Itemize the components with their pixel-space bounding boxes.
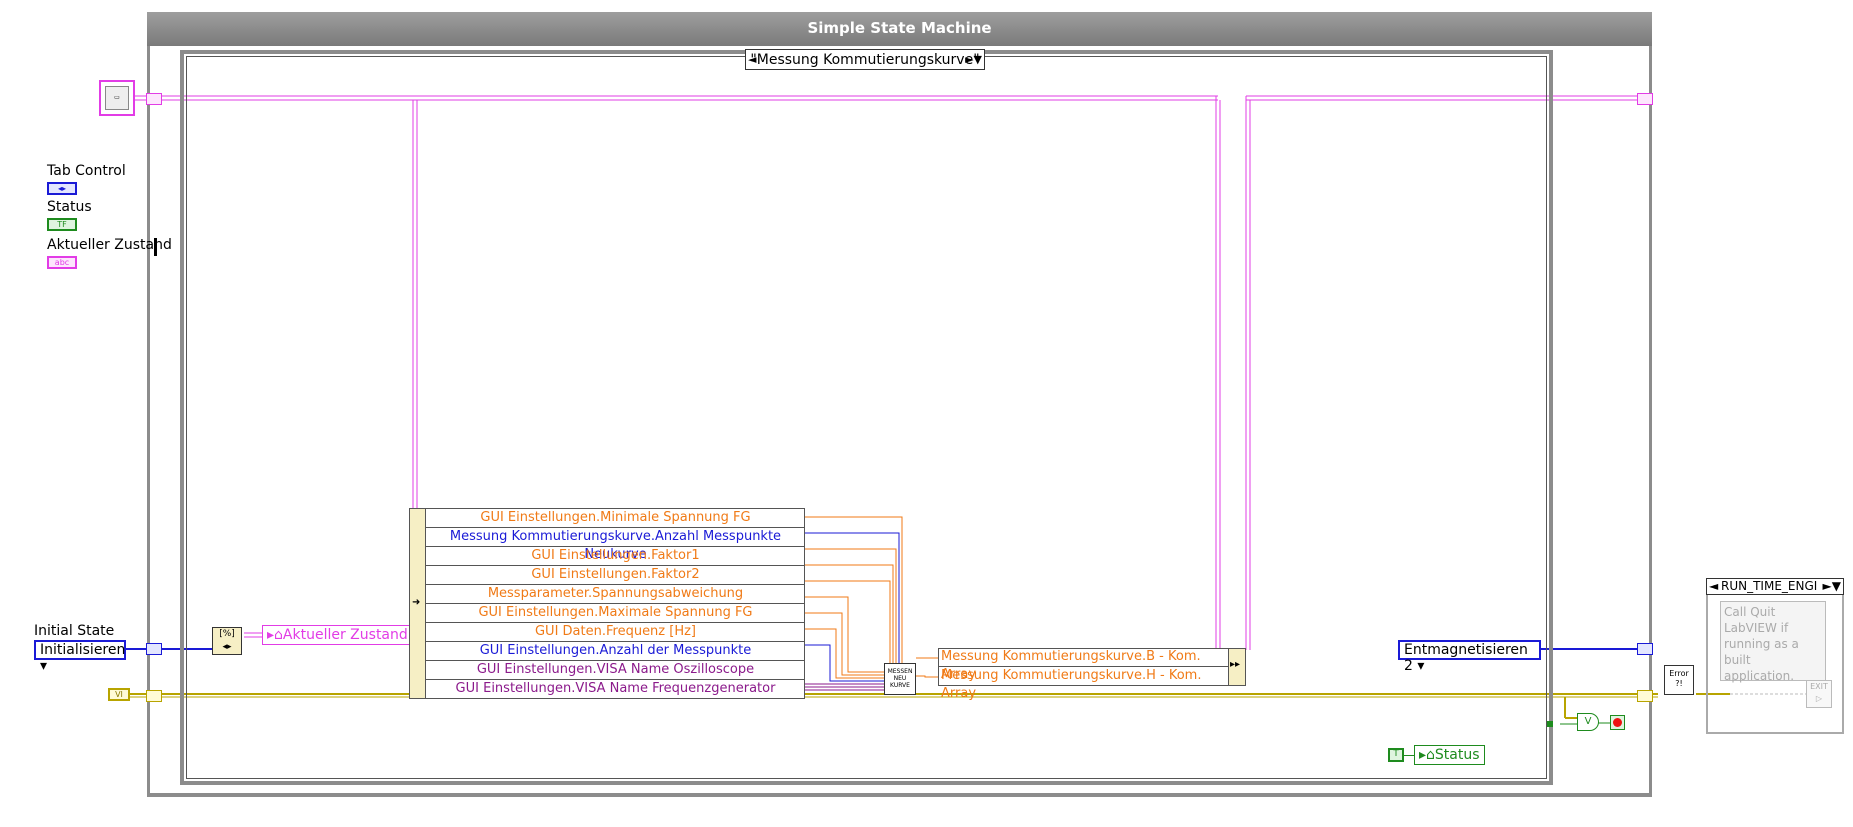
- unbundle-row[interactable]: Messung Kommutierungskurve.Anzahl Messpu…: [426, 528, 805, 562]
- arrow-left-icon: ▸▸: [1230, 659, 1241, 670]
- subvi-line2: NEU: [893, 675, 907, 682]
- subvi-line3: KURVE: [890, 682, 910, 689]
- shift-register-error-left[interactable]: [146, 690, 162, 702]
- comment-box: Call Quit LabVIEW if running as a built …: [1720, 601, 1826, 683]
- case-structure-inner: [186, 56, 1547, 779]
- shift-register-string-right[interactable]: [1637, 93, 1653, 105]
- subvi-line1: MESSEN: [887, 668, 913, 675]
- vi-reference-icon[interactable]: ▭: [99, 80, 135, 116]
- error-handler-label: Error ?!: [1669, 669, 1689, 688]
- unbundle-handle[interactable]: ➜: [409, 508, 426, 699]
- messen-neukurve-subvi[interactable]: MESSEN NEU KURVE: [884, 663, 916, 695]
- shift-register-enum-right[interactable]: [1637, 643, 1653, 655]
- tab-control-label: Tab Control: [47, 163, 126, 179]
- runtime-case-selector[interactable]: ◄ RUN_TIME_ENGI ►▼: [1706, 578, 1844, 595]
- unbundle-row[interactable]: GUI Einstellungen.Faktor2: [426, 566, 805, 585]
- loop-title: Simple State Machine: [147, 12, 1652, 46]
- bundle-row[interactable]: Messung Kommutierungskurve.H - Kom. Arra…: [938, 667, 1228, 701]
- aktueller-zustand-terminal[interactable]: abc: [47, 256, 77, 269]
- status-local-label: Status: [1434, 747, 1480, 763]
- runtime-case-label: RUN_TIME_ENGI: [1721, 579, 1818, 593]
- case-selector-label: "Messung Kommutierungskurve": [750, 52, 980, 68]
- runtime-next-icon[interactable]: ►▼: [1823, 579, 1841, 594]
- stop-condition-terminal[interactable]: [1610, 715, 1625, 730]
- error-handler-subvi[interactable]: Error ?!: [1664, 665, 1694, 695]
- vi-icon-inner: ▭: [105, 86, 129, 110]
- unbundle-row[interactable]: GUI Einstellungen.VISA Name Frequenzgene…: [426, 680, 805, 699]
- case-prev-icon[interactable]: ◄: [748, 50, 756, 70]
- unbundle-row[interactable]: Messparameter.Spannungsabweichung: [426, 585, 805, 604]
- status-terminal[interactable]: TF: [47, 218, 77, 231]
- bool-wire: [1404, 755, 1414, 756]
- next-state-enum[interactable]: Entmagnetisieren 2 ▾: [1398, 640, 1541, 674]
- bundle-handle[interactable]: ▸▸: [1228, 648, 1246, 686]
- unbundle-row[interactable]: GUI Einstellungen.Anzahl der Messpunkte: [426, 642, 805, 661]
- loop-iteration-icon: [1547, 721, 1553, 727]
- shift-register-error-right[interactable]: [1637, 690, 1653, 702]
- aktueller-zustand-local[interactable]: ▸⌂Aktueller Zustand: [262, 625, 413, 645]
- unbundle-row[interactable]: GUI Einstellungen.Faktor1: [426, 547, 805, 566]
- arrow-right-icon: ➜: [412, 597, 421, 608]
- text-cursor: [154, 238, 157, 256]
- stop-icon: [1613, 718, 1622, 727]
- comment-text: Call Quit LabVIEW if running as a built …: [1724, 605, 1799, 683]
- status-local[interactable]: ▸⌂Status: [1414, 745, 1485, 765]
- initial-state-enum[interactable]: Initialisieren ▾: [34, 640, 126, 674]
- runtime-prev-icon[interactable]: ◄: [1709, 579, 1718, 594]
- case-selector[interactable]: ◄ "Messung Kommutierungskurve" ►▼: [745, 49, 985, 70]
- unbundle-row[interactable]: GUI Einstellungen.Minimale Spannung FG: [426, 509, 805, 528]
- tab-control-terminal[interactable]: ◂▸: [47, 182, 77, 195]
- or-gate[interactable]: V: [1577, 713, 1599, 731]
- initial-state-label: Initial State: [34, 623, 115, 639]
- unbundle-row[interactable]: GUI Einstellungen.VISA Name Oszilloscope: [426, 661, 805, 680]
- true-constant[interactable]: T: [1388, 748, 1404, 762]
- bundle-row[interactable]: Messung Kommutierungskurve.B - Kom. Arra…: [938, 648, 1228, 682]
- enum-to-string-node[interactable]: [%] ◂▸: [212, 627, 242, 655]
- shift-register-string-left[interactable]: [146, 93, 162, 105]
- error-cluster-constant[interactable]: VI: [108, 688, 130, 701]
- status-label: Status: [47, 199, 92, 215]
- initial-state-value: Initialisieren: [40, 642, 126, 658]
- case-next-icon[interactable]: ►▼: [965, 50, 982, 70]
- aktueller-zustand-local-label: Aktueller Zustand: [282, 627, 408, 643]
- unbundle-row[interactable]: GUI Einstellungen.Maximale Spannung FG: [426, 604, 805, 623]
- unbundle-row[interactable]: GUI Daten.Frequenz [Hz]: [426, 623, 805, 642]
- quit-labview-icon[interactable]: EXIT ▷: [1806, 680, 1832, 708]
- shift-register-enum-left[interactable]: [146, 643, 162, 655]
